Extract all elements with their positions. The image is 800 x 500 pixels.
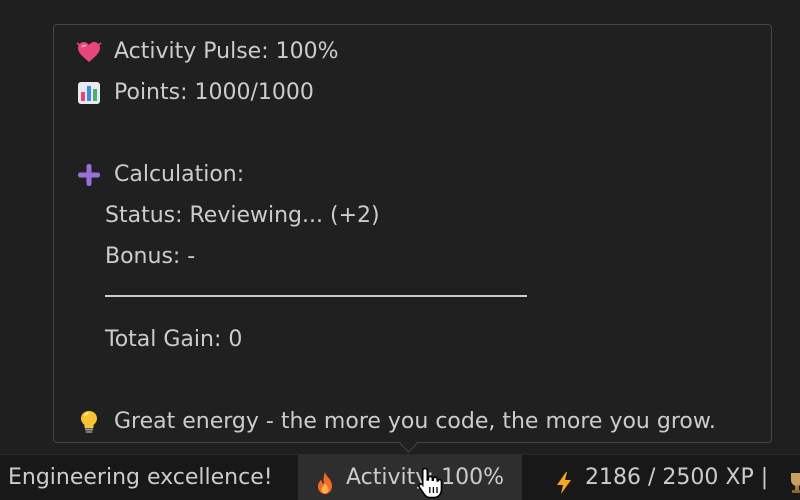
- status-row: Status: Reviewing... (+2): [105, 201, 380, 231]
- status-message-text: Engineering excellence!: [8, 465, 273, 490]
- total-gain-text: Total Gain: 0: [105, 327, 243, 352]
- total-gain-row: Total Gain: 0: [105, 325, 242, 355]
- xp-status-item[interactable]: 2186 / 2500 XP |: [553, 455, 768, 500]
- points-row: Points: 1000/1000: [76, 78, 314, 108]
- status-message[interactable]: Engineering excellence!: [8, 455, 273, 500]
- flame-icon: [314, 466, 336, 494]
- points-text: Points: 1000/1000: [114, 80, 314, 105]
- chart-icon: [76, 80, 102, 106]
- tip-row: Great energy - the more you code, the mo…: [76, 407, 716, 437]
- lightning-icon: [553, 466, 575, 494]
- calculation-heading-row: Calculation:: [76, 160, 244, 190]
- xp-status-text: 2186 / 2500 XP |: [585, 465, 769, 490]
- bonus-text: Bonus: -: [105, 244, 196, 269]
- bonus-row: Bonus: -: [105, 242, 195, 272]
- calculation-heading: Calculation:: [114, 162, 245, 187]
- activity-pulse-row: Activity Pulse: 100%: [76, 37, 339, 67]
- heart-icon: [76, 39, 102, 65]
- activity-status-text: Activity: 100%: [346, 465, 504, 490]
- status-bar: Engineering excellence! Activity: 100% 2…: [0, 454, 800, 500]
- activity-pulse-text: Activity Pulse: 100%: [114, 39, 339, 64]
- divider: [105, 295, 527, 297]
- activity-tooltip: Activity Pulse: 100% Points: 1000/1000 C…: [53, 24, 772, 443]
- trophy-status-item[interactable]: [786, 455, 800, 500]
- editor-window: Activity Pulse: 100% Points: 1000/1000 C…: [0, 0, 800, 500]
- plus-icon: [76, 162, 102, 188]
- tip-text: Great energy - the more you code, the mo…: [114, 409, 716, 434]
- status-text: Status: Reviewing... (+2): [105, 203, 380, 228]
- activity-status-item[interactable]: Activity: 100%: [298, 455, 522, 500]
- trophy-icon: [786, 466, 800, 493]
- lightbulb-icon: [76, 409, 102, 435]
